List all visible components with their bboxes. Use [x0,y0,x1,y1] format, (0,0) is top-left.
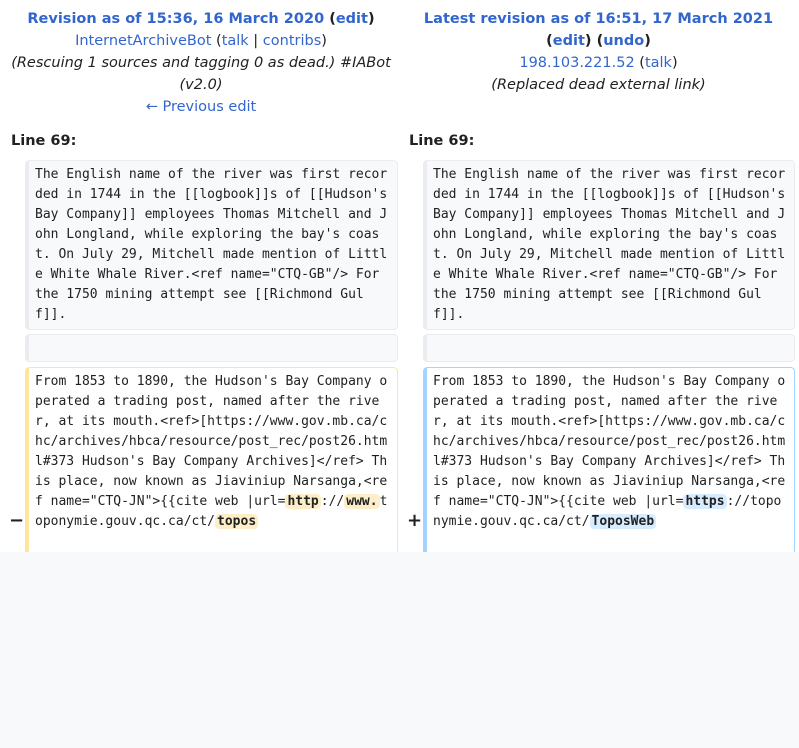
new-revision-header: Latest revision as of 16:51, 17 March 20… [408,8,789,96]
old-revision-header: Revision as of 15:36, 16 March 2020 (edi… [10,8,392,118]
old-revision-title-line: Revision as of 15:36, 16 March 2020 (edi… [27,11,375,27]
deleted-highlight-www: www. [344,494,380,509]
added-highlight-toposweb: ToposWeb [589,514,657,529]
deleted-highlight-http: http [285,494,321,509]
old-empty-context-line [25,334,398,362]
deleted-highlight-topos: topos [215,514,259,529]
deleted-paragraph: From 1853 to 1890, the Hudson's Bay Comp… [25,367,398,552]
added-text-prefix: From 1853 to 1890, the Hudson's Bay Comp… [433,374,786,509]
previous-edit-link[interactable]: ← Previous edit [146,99,257,115]
new-user-line: 198.103.221.52 (talk) [519,55,678,71]
old-talk-link[interactable]: talk [222,33,249,49]
old-context-paragraph: The English name of the river was first … [25,160,398,330]
old-line-number: Line 69: [11,133,77,149]
deleted-text-prefix: From 1853 to 1890, the Hudson's Bay Comp… [35,374,388,509]
new-revision-link[interactable]: Latest revision as of 16:51, 17 March 20… [424,11,773,27]
new-user-link[interactable]: 198.103.221.52 [519,55,634,71]
added-paragraph: From 1853 to 1890, the Hudson's Bay Comp… [423,367,795,552]
new-empty-context-line [423,334,795,362]
new-edit-link[interactable]: edit [553,33,585,49]
old-contribs-link[interactable]: contribs [263,33,321,49]
deleted-text-mid-1: :// [320,494,345,509]
new-edit-summary: (Replaced dead external link) [491,77,706,93]
old-user-line: InternetArchiveBot (talk | contribs) [75,33,327,49]
old-edit-link[interactable]: edit [336,11,368,27]
old-revision-link[interactable]: Revision as of 15:36, 16 March 2020 [27,11,324,27]
new-context-paragraph: The English name of the river was first … [423,160,795,330]
new-revision-title-line: Latest revision as of 16:51, 17 March 20… [408,8,789,30]
new-actions-line: (edit) (undo) [546,33,651,49]
diff-page: Revision as of 15:36, 16 March 2020 (edi… [0,0,799,552]
undo-link[interactable]: undo [603,33,644,49]
new-line-number: Line 69: [409,133,475,149]
deleted-line-marker: − [9,510,25,531]
added-line-marker: + [407,510,423,531]
old-user-link[interactable]: InternetArchiveBot [75,33,211,49]
new-talk-link[interactable]: talk [645,55,672,71]
added-highlight-https: https [683,494,727,509]
old-edit-summary: (Rescuing 1 sources and tagging 0 as dea… [11,55,391,93]
